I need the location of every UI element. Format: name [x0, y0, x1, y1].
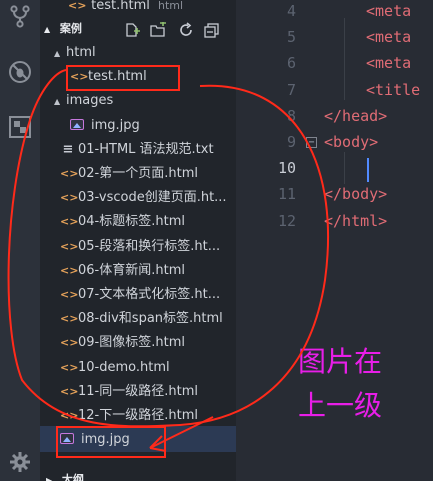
file-label: 11-同一级路径.html — [78, 383, 198, 399]
line-number: 8 — [286, 106, 296, 125]
file-item[interactable]: <>06-体育新闻.html — [60, 260, 185, 282]
file-item[interactable]: <>test.html — [70, 66, 147, 88]
html-file-icon: <> — [60, 167, 79, 180]
folder-item[interactable]: ▲ images — [54, 90, 113, 112]
source-control-icon[interactable] — [8, 4, 32, 28]
file-item[interactable]: <>09-图像标签.html — [60, 332, 185, 354]
file-label: 07-文本格式化标签.ht... — [78, 287, 221, 302]
fold-toggle-icon[interactable]: − — [306, 137, 317, 148]
indent-guide — [344, 152, 345, 184]
code-line: <title — [366, 80, 421, 99]
text-file-icon: ≡ — [62, 141, 74, 157]
line-number: 4 — [286, 2, 296, 20]
refresh-icon[interactable] — [178, 22, 194, 38]
code-line: </html> — [324, 211, 388, 230]
file-label: 12-下一级路径.html — [78, 408, 198, 423]
line-number: 10 — [277, 159, 296, 178]
extensions-icon[interactable] — [8, 115, 32, 139]
file-label: img.jpg — [91, 117, 140, 133]
file-label: 06-体育新闻.html — [78, 262, 185, 278]
file-label: 03-vscode创建页面.ht... — [78, 190, 227, 206]
file-label: 05-段落和换行标签.ht... — [78, 238, 221, 254]
html-file-icon: <> — [68, 0, 87, 12]
line-number: 5 — [286, 28, 296, 47]
code-line: <meta — [366, 54, 412, 73]
folder-item[interactable]: ▲ html — [54, 42, 96, 64]
html-file-icon: <> — [60, 409, 79, 422]
outline-section-header[interactable]: ▶ 大纲 — [46, 469, 84, 481]
activity-bar — [0, 0, 40, 481]
line-number: 7 — [286, 80, 296, 99]
file-label: 02-第一个页面.html — [78, 166, 198, 181]
html-file-icon: <> — [60, 288, 79, 301]
indent-guide — [344, 18, 345, 100]
file-label: 08-div和span标签.html — [78, 311, 223, 327]
html-file-icon: <> — [60, 336, 79, 350]
file-item[interactable]: <>07-文本格式化标签.ht... — [60, 284, 220, 306]
text-cursor — [367, 158, 369, 182]
annotation-text-line2: 上一级 — [298, 389, 383, 422]
gear-icon[interactable] — [8, 450, 32, 474]
line-number: 12 — [277, 211, 296, 230]
file-item[interactable]: <>03-vscode创建页面.ht... — [60, 187, 227, 209]
new-file-icon[interactable] — [124, 22, 140, 38]
code-line: <meta — [366, 2, 412, 20]
debug-icon[interactable] — [8, 60, 32, 84]
html-file-icon: <> — [60, 360, 79, 374]
code-line: <body> — [324, 133, 379, 151]
code-line: <meta — [366, 28, 412, 47]
chevron-down-icon: ▲ — [44, 25, 51, 34]
chevron-right-icon: ▶ — [46, 476, 53, 481]
file-label: 04-标题标签.html — [78, 214, 185, 230]
file-item[interactable]: img.jpg — [70, 115, 140, 137]
html-file-icon: <> — [60, 239, 79, 253]
file-item[interactable]: <>05-段落和换行标签.ht... — [60, 236, 220, 258]
code-line: </head> — [324, 106, 388, 125]
annotation-text-line1: 图片在 — [298, 345, 383, 378]
html-file-icon: <> — [60, 312, 79, 326]
file-item[interactable]: <>08-div和span标签.html — [60, 308, 223, 330]
html-file-icon: <> — [60, 263, 79, 277]
file-label: 01-HTML 语法规范.txt — [78, 141, 214, 157]
image-file-icon — [70, 118, 84, 130]
line-number: 6 — [286, 54, 296, 73]
html-file-icon: <> — [60, 384, 79, 398]
chevron-down-icon: ▲ — [54, 49, 61, 58]
open-editor-item[interactable]: <> test.html html — [68, 0, 183, 17]
file-item[interactable]: ≡ 01-HTML 语法规范.txt — [60, 139, 214, 161]
file-item[interactable]: img.jpg — [60, 429, 130, 451]
code-line: </body> — [324, 185, 388, 204]
file-label: test.html — [88, 69, 147, 85]
image-file-icon — [60, 433, 74, 445]
file-item[interactable]: <>02-第一个页面.html — [60, 163, 198, 185]
line-number: 11 — [277, 185, 296, 204]
chevron-down-icon: ▲ — [54, 97, 61, 107]
file-label: img.jpg — [81, 432, 130, 448]
html-file-icon: <> — [60, 215, 79, 229]
new-folder-icon[interactable] — [150, 22, 166, 38]
file-item[interactable]: <>04-标题标签.html — [60, 211, 185, 233]
file-label: 09-图像标签.html — [78, 335, 185, 351]
file-label: html — [66, 45, 96, 60]
file-item[interactable]: <>11-同一级路径.html — [60, 381, 198, 403]
file-label: images — [66, 93, 114, 109]
file-label: 10-demo.html — [78, 359, 170, 375]
html-file-icon: <> — [60, 191, 79, 205]
explorer-sidebar: <> test.html html ▲ 案例 ▲ html <>test.html ▲… — [40, 0, 236, 481]
collapse-all-icon[interactable] — [204, 22, 220, 38]
html-file-icon: <> — [70, 70, 89, 84]
line-number: 9 — [286, 133, 296, 151]
file-item[interactable]: <>12-下一级路径.html — [60, 405, 198, 427]
file-item[interactable]: <>10-demo.html — [60, 357, 170, 379]
